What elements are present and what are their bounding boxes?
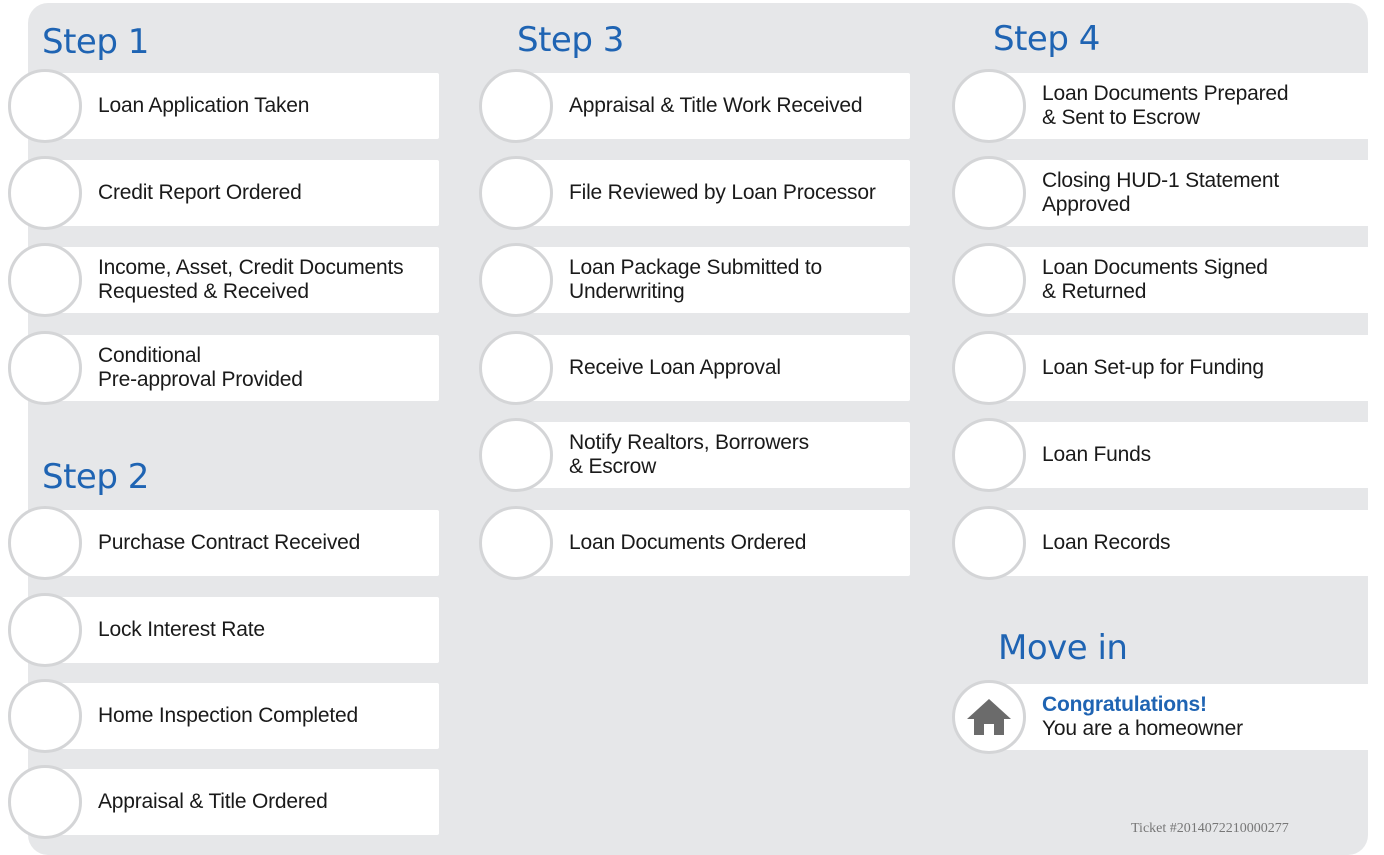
step-4-item-3: Loan Documents Signed & Returned [952, 243, 1383, 317]
step-1-item-2: Credit Report Ordered [8, 156, 439, 230]
status-circle [479, 243, 553, 317]
status-circle [479, 418, 553, 492]
status-circle [952, 506, 1026, 580]
step-1-item-4: Conditional Pre-approval Provided [8, 331, 439, 405]
step-3-item-4: Receive Loan Approval [479, 331, 910, 405]
step-4-item-6: Loan Records [952, 506, 1383, 580]
item-label: Lock Interest Rate [98, 618, 265, 641]
status-circle [8, 243, 82, 317]
item-label: Purchase Contract Received [98, 531, 361, 554]
status-circle [479, 331, 553, 405]
item-label: Congratulations! You are a homeowner [1042, 684, 1373, 750]
status-circle [8, 69, 82, 143]
item-label: Loan Application Taken [98, 94, 310, 117]
step-3-item-6: Loan Documents Ordered [479, 506, 910, 580]
status-circle [952, 331, 1026, 405]
item-label: Receive Loan Approval [569, 356, 781, 379]
step-4-title: Step 4 [993, 19, 1100, 59]
status-circle [952, 156, 1026, 230]
item-label: Credit Report Ordered [98, 181, 302, 204]
step-2-item-3: Home Inspection Completed [8, 679, 439, 753]
step-3-item-2: File Reviewed by Loan Processor [479, 156, 910, 230]
ticket-number: Ticket #2014072210000277 [1131, 821, 1289, 836]
item-label: Conditional Pre-approval Provided [98, 344, 303, 391]
item-label: Loan Package Submitted to Underwriting [569, 256, 823, 303]
item-label: Loan Funds [1042, 443, 1151, 466]
status-circle [8, 506, 82, 580]
item-label: File Reviewed by Loan Processor [569, 181, 876, 204]
item-label: Income, Asset, Credit Documents Requested… [98, 256, 404, 303]
step-4-item-1: Loan Documents Prepared & Sent to Escrow [952, 69, 1383, 143]
move-in-item: Congratulations! You are a homeowner [952, 680, 1383, 754]
status-circle [8, 593, 82, 667]
status-circle [479, 69, 553, 143]
step-3-item-3: Loan Package Submitted to Underwriting [479, 243, 910, 317]
status-circle [8, 156, 82, 230]
step-2-item-4: Appraisal & Title Ordered [8, 765, 439, 839]
status-circle [8, 679, 82, 753]
step-3-item-1: Appraisal & Title Work Received [479, 69, 910, 143]
step-3-item-5: Notify Realtors, Borrowers & Escrow [479, 418, 910, 492]
item-label: Closing HUD-1 Statement Approved [1042, 169, 1279, 216]
step-2-item-2: Lock Interest Rate [8, 593, 439, 667]
congratulations-text: Congratulations! [1042, 693, 1207, 716]
homeowner-text: You are a homeowner [1042, 717, 1243, 740]
status-circle [8, 331, 82, 405]
status-circle [952, 243, 1026, 317]
move-in-title: Move in [998, 628, 1128, 668]
item-label: Loan Set-up for Funding [1042, 356, 1264, 379]
status-circle [479, 156, 553, 230]
item-label: Loan Documents Prepared & Sent to Escrow [1042, 82, 1289, 129]
step-4-item-5: Loan Funds [952, 418, 1383, 492]
item-label: Loan Documents Signed & Returned [1042, 256, 1268, 303]
item-label: Loan Records [1042, 531, 1171, 554]
item-label: Home Inspection Completed [98, 704, 358, 727]
step-4-item-2: Closing HUD-1 Statement Approved [952, 156, 1383, 230]
step-1-item-1: Loan Application Taken [8, 69, 439, 143]
step-4-item-4: Loan Set-up for Funding [952, 331, 1383, 405]
item-label: Loan Documents Ordered [569, 531, 807, 554]
status-circle [479, 506, 553, 580]
status-circle [952, 69, 1026, 143]
step-3-title: Step 3 [517, 20, 624, 60]
step-1-item-3: Income, Asset, Credit Documents Requested… [8, 243, 439, 317]
status-circle [8, 765, 82, 839]
step-2-item-1: Purchase Contract Received [8, 506, 439, 580]
status-circle [952, 418, 1026, 492]
house-icon [952, 680, 1026, 754]
step-2-title: Step 2 [42, 457, 149, 497]
item-label: Notify Realtors, Borrowers & Escrow [569, 431, 809, 478]
item-label: Appraisal & Title Work Received [569, 94, 863, 117]
item-label: Appraisal & Title Ordered [98, 790, 328, 813]
step-1-title: Step 1 [42, 22, 149, 62]
